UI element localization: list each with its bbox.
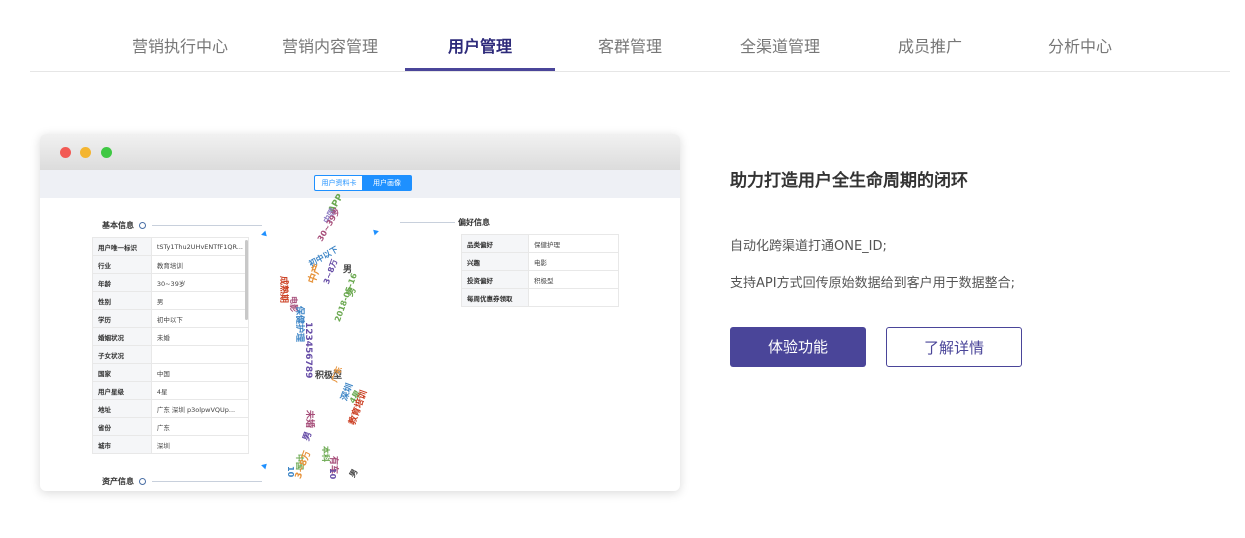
tab-marketing-content[interactable]: 营销内容管理 — [270, 28, 390, 70]
preference-info-title: 偏好信息 — [458, 218, 490, 227]
table-row: 投资偏好 积极型 — [461, 270, 619, 289]
table-row: 品类偏好 保健护理 — [461, 234, 619, 253]
table-scrollbar[interactable] — [245, 240, 248, 320]
row-key: 学历 — [92, 309, 152, 328]
row-value: 广东 — [150, 417, 250, 436]
try-feature-button[interactable]: 体验功能 — [730, 327, 866, 367]
row-key: 用户星级 — [92, 381, 152, 400]
arrow-icon — [261, 461, 269, 470]
basic-info-table: 用户唯一标识 tSTy1Thu2UHvENTfF1QR... 行业 教育培训 年龄 30~… — [92, 237, 250, 454]
row-key: 国家 — [92, 363, 152, 382]
circle-icon — [139, 222, 146, 229]
row-key: 兴趣 — [461, 252, 529, 271]
close-dot-icon — [60, 147, 71, 158]
row-value: 电影 — [528, 252, 619, 271]
row-key: 婚姻状况 — [92, 327, 152, 346]
segment-profile-card: 用户资料卡 — [314, 175, 364, 191]
connector-line — [400, 222, 455, 223]
row-value: 积极型 — [528, 270, 619, 289]
circle-icon — [139, 478, 146, 485]
maximize-dot-icon — [101, 147, 112, 158]
cloud-word: 未婚 — [304, 410, 314, 429]
row-key: 行业 — [92, 255, 152, 274]
table-row: 用户唯一标识 tSTy1Thu2UHvENTfF1QR... — [92, 237, 250, 256]
row-key: 品类偏好 — [461, 234, 529, 253]
cloud-word: 123456789 — [303, 322, 313, 379]
row-key: 城市 — [92, 435, 152, 454]
segment-user-portrait: 用户画像 — [362, 175, 412, 191]
row-key: 投资偏好 — [461, 270, 529, 289]
table-row: 年龄 30~39岁 — [92, 273, 250, 292]
row-key: 性别 — [92, 291, 152, 310]
user-profile-mockup: 用户资料卡 用户画像 基本信息 用户唯一标识 tSTy1Thu2UHvENTfF1… — [40, 134, 680, 491]
table-row: 城市 深圳 — [92, 435, 250, 454]
learn-more-button[interactable]: 了解详情 — [886, 327, 1022, 367]
connector-line — [152, 225, 262, 226]
asset-info-label: 资产信息 — [102, 477, 134, 486]
row-key: 省份 — [92, 417, 152, 436]
row-key: 年龄 — [92, 273, 152, 292]
cloud-word: 10 — [328, 468, 337, 480]
basic-info-title: 基本信息 — [102, 220, 146, 231]
row-value: 教育培训 — [150, 255, 250, 274]
table-row: 省份 广东 — [92, 417, 250, 436]
tab-analytics-center[interactable]: 分析中心 — [1020, 28, 1140, 70]
table-row: 每周优惠券领取 — [461, 288, 619, 307]
row-value: 4星 — [150, 381, 250, 400]
tab-audience-management[interactable]: 客群管理 — [570, 28, 690, 70]
table-row: 婚姻状况 未婚 — [92, 327, 250, 346]
row-value: 深圳 — [150, 435, 250, 454]
row-value — [150, 345, 250, 364]
tab-omnichannel-management[interactable]: 全渠道管理 — [720, 28, 840, 70]
row-value: 中国 — [150, 363, 250, 382]
table-row: 用户星级 4星 — [92, 381, 250, 400]
table-row: 学历 初中以下 — [92, 309, 250, 328]
row-value: 保健护理 — [528, 234, 619, 253]
asset-info-title: 资产信息 — [102, 476, 146, 487]
tab-marketing-execution[interactable]: 营销执行中心 — [120, 28, 240, 70]
cloud-word: 本科 — [321, 446, 330, 462]
row-value: 30~39岁 — [150, 273, 250, 292]
row-value: 广东 深圳 p3olpwVQUp... — [150, 399, 250, 418]
basic-info-label: 基本信息 — [102, 221, 134, 230]
row-value: tSTy1Thu2UHvENTfF1QR... — [150, 237, 250, 256]
description-line-2: 支持API方式回传原始数据给到客户用于数据整合; — [730, 276, 1015, 291]
preference-info-table: 品类偏好 保健护理 兴趣 电影 投资偏好 积极型 每周优惠券领取 — [461, 234, 619, 307]
tab-member-promotion[interactable]: 成员推广 — [870, 28, 990, 70]
minimize-dot-icon — [80, 147, 91, 158]
section-title: 助力打造用户全生命周期的闭环 — [730, 171, 968, 191]
cloud-word: 2018-05-16 — [333, 271, 359, 324]
row-value: 男 — [150, 291, 250, 310]
nav-tabs: 营销执行中心 营销内容管理 用户管理 客群管理 全渠道管理 成员推广 分析中心 — [30, 28, 1230, 72]
table-row: 地址 广东 深圳 p3olpwVQUp... — [92, 399, 250, 418]
table-row: 性别男 — [92, 291, 250, 310]
tab-user-management[interactable]: 用户管理 — [405, 28, 555, 71]
row-key: 子女状况 — [92, 345, 152, 364]
connector-line — [152, 481, 262, 482]
table-row: 国家 中国 — [92, 363, 250, 382]
user-tag-word-cloud: APP 中国 30~39岁 初中以下男成熟期 中产 3~8万男电影 保健护理 2018-05-… — [278, 193, 385, 481]
row-key: 每周优惠券领取 — [461, 288, 529, 307]
cloud-word: 男 — [347, 467, 360, 479]
cloud-word: 30~39岁 — [315, 206, 343, 243]
table-row: 行业 教育培训 — [92, 255, 250, 274]
row-key: 地址 — [92, 399, 152, 418]
arrow-icon — [261, 230, 269, 239]
cloud-word: 男 — [301, 430, 315, 443]
window-titlebar — [40, 134, 680, 170]
description-line-1: 自动化跨渠道打通ONE_ID; — [730, 239, 887, 254]
row-value — [528, 288, 619, 307]
row-value: 未婚 — [150, 327, 250, 346]
table-row: 兴趣 电影 — [461, 252, 619, 271]
row-value: 初中以下 — [150, 309, 250, 328]
row-key: 用户唯一标识 — [92, 237, 152, 256]
table-row: 子女状况 — [92, 345, 250, 364]
